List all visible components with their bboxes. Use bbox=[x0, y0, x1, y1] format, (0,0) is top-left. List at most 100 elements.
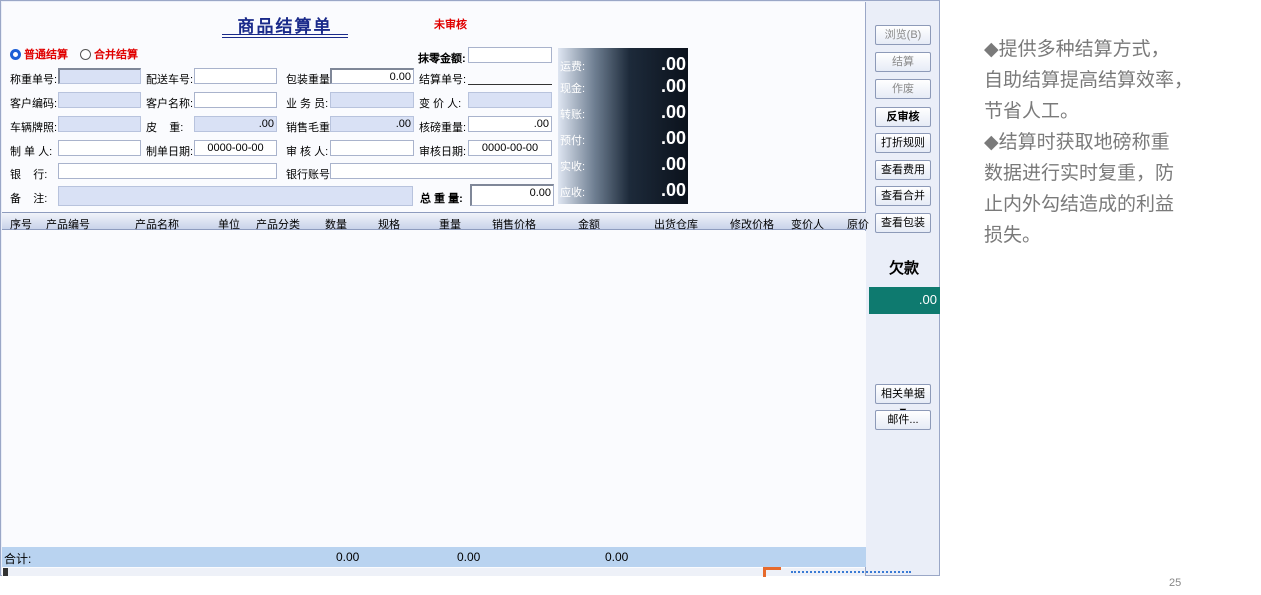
bank-account-input[interactable] bbox=[330, 163, 552, 179]
discount-rule-button[interactable]: 打折规则 bbox=[875, 133, 931, 153]
product-grid-body[interactable] bbox=[2, 231, 866, 547]
tare-label: 皮 重: bbox=[146, 122, 184, 134]
sales-gross-label: 销售毛重: bbox=[286, 122, 334, 134]
bullet-line: 自助结算提高结算效率， bbox=[984, 69, 1194, 91]
weigh-no-input[interactable] bbox=[58, 68, 141, 84]
radio-merge-settle[interactable]: 合并结算 bbox=[80, 46, 138, 62]
totals-weight: 0.00 bbox=[457, 550, 481, 564]
payment-summary-panel: 运费: .00 现金: .00 转账: .00 预付: .00 实收: .00 … bbox=[558, 48, 688, 204]
debt-label: 欠款 bbox=[888, 260, 919, 277]
related-docs-button[interactable]: 相关单据▼ bbox=[875, 384, 931, 418]
customer-name-label: 客户名称: bbox=[146, 98, 194, 110]
settle-no-underline bbox=[468, 84, 552, 85]
bullet-line: 止内外勾结造成的利益 bbox=[984, 193, 1175, 215]
auditor-input[interactable] bbox=[330, 140, 414, 156]
view-merge-button[interactable]: 查看合并 bbox=[875, 186, 931, 206]
summary-row-freight: 运费: .00 bbox=[558, 54, 688, 74]
bullet-line: 节省人工。 bbox=[984, 100, 1080, 122]
logo-fragment-icon bbox=[763, 567, 781, 577]
weigh-no-label: 称重单号: bbox=[10, 74, 58, 86]
remark-label: 备 注: bbox=[10, 193, 48, 205]
summary-label: 运费: bbox=[560, 61, 586, 73]
plate-no-input[interactable] bbox=[58, 116, 141, 132]
settle-button[interactable]: 结算 bbox=[875, 52, 931, 72]
totals-amount: 0.00 bbox=[605, 550, 629, 564]
summary-row-cash: 现金: .00 bbox=[558, 76, 688, 96]
pack-weight-label: 包装重量: bbox=[286, 74, 334, 86]
browse-button[interactable]: 浏览(B) bbox=[875, 25, 931, 45]
delivery-car-no-input[interactable] bbox=[194, 68, 277, 84]
column-header-quantity[interactable]: 数量 bbox=[325, 216, 347, 232]
maker-input[interactable] bbox=[58, 140, 141, 156]
round-off-input[interactable] bbox=[468, 47, 552, 63]
bullet-line: 数据进行实时复重，防 bbox=[984, 162, 1175, 184]
bullet-line: ◆结算时获取地磅称重 bbox=[984, 131, 1170, 153]
total-weight-label: 总 重 量: bbox=[420, 193, 463, 205]
radio-unchecked-icon bbox=[80, 48, 91, 60]
unaudit-button[interactable]: 反审核 bbox=[875, 107, 931, 127]
column-header-spec[interactable]: 规格 bbox=[378, 216, 400, 232]
auditor-label: 审 核 人: bbox=[286, 146, 329, 158]
totals-quantity: 0.00 bbox=[336, 550, 360, 564]
grid-totals-row: 合计: 0.00 0.00 0.00 bbox=[2, 547, 866, 567]
void-button[interactable]: 作废 bbox=[875, 79, 931, 99]
view-fees-button[interactable]: 查看费用 bbox=[875, 160, 931, 180]
totals-label: 合计: bbox=[4, 552, 32, 566]
bank-account-label: 银行账号: bbox=[286, 169, 334, 181]
check-weight-input[interactable]: .00 bbox=[468, 116, 552, 132]
bullet-line: 损失。 bbox=[984, 224, 1042, 246]
audit-date-input[interactable]: 0000-00-00 00:00 bbox=[468, 140, 552, 156]
radio-normal-settle[interactable]: 普通结算 bbox=[10, 46, 68, 62]
price-changer-label: 变 价 人: bbox=[419, 98, 462, 110]
column-header-category[interactable]: 产品分类 bbox=[256, 216, 300, 232]
column-header-product-name[interactable]: 产品名称 bbox=[135, 216, 179, 232]
radio-normal-settle-label: 普通结算 bbox=[24, 49, 68, 61]
column-header-warehouse[interactable]: 出货仓库 bbox=[654, 216, 698, 232]
radio-checked-icon bbox=[10, 48, 21, 60]
summary-row-transfer: 转账: .00 bbox=[558, 102, 688, 122]
column-header-unit[interactable]: 单位 bbox=[218, 216, 240, 232]
summary-row-prepaid: 预付: .00 bbox=[558, 128, 688, 148]
mail-button[interactable]: 邮件... bbox=[875, 410, 931, 430]
column-header-weight[interactable]: 重量 bbox=[439, 216, 461, 232]
column-header-amount[interactable]: 金额 bbox=[578, 216, 600, 232]
horizontal-scrollbar[interactable] bbox=[3, 568, 865, 576]
customer-code-input[interactable] bbox=[58, 92, 141, 108]
summary-row-receivable: 应收: .00 bbox=[558, 180, 688, 200]
summary-row-received: 实收: .00 bbox=[558, 154, 688, 174]
maker-label: 制 单 人: bbox=[10, 146, 53, 158]
salesperson-input[interactable] bbox=[330, 92, 414, 108]
summary-value: .00 bbox=[660, 128, 686, 148]
bank-input[interactable] bbox=[58, 163, 277, 179]
tare-input[interactable]: .00 bbox=[194, 116, 277, 132]
summary-label: 应收: bbox=[560, 187, 586, 199]
check-weight-label: 核磅重量: bbox=[419, 122, 467, 134]
column-header-seq[interactable]: 序号 bbox=[10, 216, 32, 232]
summary-value: .00 bbox=[660, 102, 686, 122]
make-date-label: 制单日期: bbox=[146, 146, 194, 158]
column-header-modify-price[interactable]: 修改价格 bbox=[730, 216, 774, 232]
summary-value: .00 bbox=[660, 76, 686, 96]
status-badge: 未审核 bbox=[434, 19, 467, 31]
summary-label: 预付: bbox=[560, 135, 586, 147]
summary-value: .00 bbox=[660, 180, 686, 200]
column-header-original-price[interactable]: 原价 bbox=[847, 216, 869, 232]
view-package-button[interactable]: 查看包装 bbox=[875, 213, 931, 233]
radio-merge-settle-label: 合并结算 bbox=[94, 49, 138, 61]
delivery-car-no-label: 配送车号: bbox=[146, 74, 194, 86]
pack-weight-input[interactable]: 0.00 bbox=[330, 68, 414, 84]
settle-no-label: 结算单号: bbox=[419, 74, 467, 86]
customer-code-label: 客户编码: bbox=[10, 98, 58, 110]
remark-input[interactable] bbox=[58, 186, 413, 206]
sales-gross-input[interactable]: .00 bbox=[330, 116, 414, 132]
column-header-price-changer[interactable]: 变价人 bbox=[791, 216, 824, 232]
price-changer-input[interactable] bbox=[468, 92, 552, 108]
column-header-sale-price[interactable]: 销售价格 bbox=[492, 216, 536, 232]
scrollbar-thumb[interactable] bbox=[3, 568, 8, 576]
column-header-product-code[interactable]: 产品编号 bbox=[46, 216, 90, 232]
feature-description: ◆提供多种结算方式， 自助结算提高结算效率， 节省人工。 ◆结算时获取地磅称重 … bbox=[984, 34, 1244, 251]
customer-name-input[interactable] bbox=[194, 92, 277, 108]
summary-label: 转账: bbox=[560, 109, 586, 121]
make-date-input[interactable]: 0000-00-00 00:00 bbox=[194, 140, 277, 156]
total-weight-input[interactable]: 0.00 bbox=[470, 184, 554, 206]
